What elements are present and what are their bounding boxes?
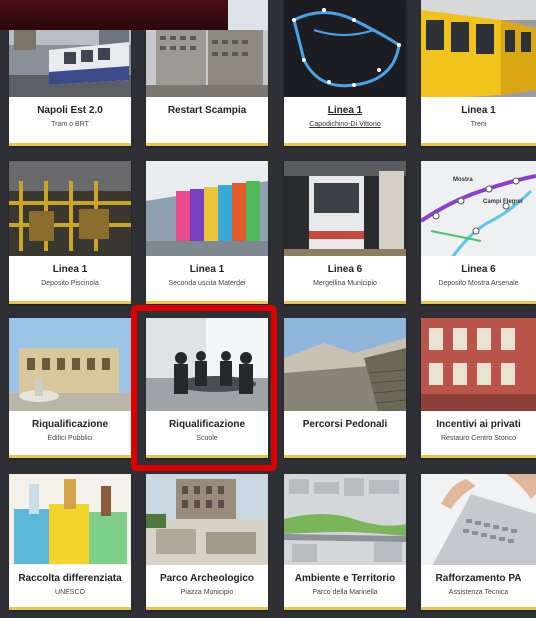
card-image <box>9 474 131 568</box>
card-image <box>284 161 406 259</box>
card-title: Linea 6 <box>327 264 363 275</box>
card-rafforzamento-pa[interactable]: Rafforzamento PA Assistenza Tecnica <box>421 474 536 610</box>
card-title: Linea 6 <box>461 264 496 275</box>
card-caption: Napoli Est 2.0 Tram o BRT <box>9 97 131 146</box>
card-linea1-piscinola[interactable]: Linea 1 Deposito Piscinola <box>9 161 131 304</box>
card-caption: Ambiente e Territorio Parco della Marine… <box>284 565 406 610</box>
card-image <box>284 318 406 414</box>
card-title: Percorsi Pedonali <box>302 419 388 430</box>
card-caption: Riqualificazione Edifici Pubblici <box>9 411 131 458</box>
card-image <box>421 318 536 414</box>
card-caption: Incentivi ai privati Restauro Centro Sto… <box>421 411 536 458</box>
card-image <box>9 161 131 259</box>
map-label-campi: Campi Flegrei <box>483 199 523 205</box>
card-linea1-treni[interactable]: Linea 1 Treni <box>421 0 536 146</box>
card-caption: Linea 6 Deposito Mostra Arsenale <box>421 256 536 304</box>
card-title: Riqualificazione <box>168 419 246 430</box>
card-caption: Linea 1 Treni <box>421 97 536 146</box>
card-title: Napoli Est 2.0 <box>37 105 103 116</box>
card-caption: Restart Scampia <box>146 97 268 146</box>
card-linea1-capodichino[interactable]: Linea 1 Capodichino-Di Vittorio <box>284 0 406 146</box>
card-subtitle: Parco della Marinella <box>312 589 378 596</box>
card-caption: Riqualificazione Scuole <box>146 411 268 458</box>
card-subtitle: UNESCO <box>55 589 85 596</box>
card-linea6-arsenale[interactable]: Mostra Campi Flegrei Linea 6 Deposito Mo… <box>421 161 536 304</box>
card-image <box>146 318 268 414</box>
card-riqualificazione-edifici[interactable]: Riqualificazione Edifici Pubblici <box>9 318 131 458</box>
card-caption: Parco Archeologico Piazza Municipio <box>146 565 268 610</box>
card-title: Linea 1 <box>327 105 363 116</box>
card-title: Parco Archeologico <box>159 573 255 584</box>
card-title: Rafforzamento PA <box>435 573 522 584</box>
card-caption: Raccolta differenziata UNESCO <box>9 565 131 610</box>
card-image <box>146 161 268 259</box>
card-title: Linea 1 <box>189 264 225 275</box>
card-caption: Linea 1 Capodichino-Di Vittorio <box>284 97 406 146</box>
card-subtitle: Mergellina Municipio <box>313 280 377 287</box>
card-subtitle: Capodichino-Di Vittorio <box>309 121 381 128</box>
card-subtitle: Treni <box>470 121 487 128</box>
card-parco-archeologico[interactable]: Parco Archeologico Piazza Municipio <box>146 474 268 610</box>
card-riqualificazione-scuole[interactable]: Riqualificazione Scuole <box>146 318 268 458</box>
map-label-mostra: Mostra <box>453 177 473 183</box>
card-title: Incentivi ai privati <box>436 419 521 430</box>
card-percorsi-pedonali[interactable]: Percorsi Pedonali <box>284 318 406 458</box>
card-caption: Percorsi Pedonali <box>284 411 406 458</box>
top-banner <box>0 0 228 30</box>
card-linea1-materdei[interactable]: Linea 1 Seconda uscita Materdei <box>146 161 268 304</box>
card-subtitle: Edifici Pubblici <box>47 435 93 442</box>
card-image <box>146 474 268 568</box>
card-subtitle: Restauro Centro Storico <box>440 435 517 442</box>
card-title: Raccolta differenziata <box>18 573 122 584</box>
card-caption: Linea 1 Seconda uscita Materdei <box>146 256 268 304</box>
card-subtitle: Piazza Municipio <box>180 589 234 596</box>
card-image <box>421 0 536 100</box>
card-subtitle: Deposito Piscinola <box>41 280 99 287</box>
card-linea6-mergellina[interactable]: Linea 6 Mergellina Municipio <box>284 161 406 304</box>
project-grid: Napoli Est 2.0 Tram o BRT Restart Scampi… <box>0 0 536 618</box>
card-image: Mostra Campi Flegrei <box>421 161 536 259</box>
card-image <box>284 0 406 100</box>
card-subtitle: Deposito Mostra Arsenale <box>438 280 519 287</box>
card-caption: Linea 6 Mergellina Municipio <box>284 256 406 304</box>
card-title: Linea 1 <box>461 105 496 116</box>
card-caption: Rafforzamento PA Assistenza Tecnica <box>421 565 536 610</box>
card-raccolta-differenziata[interactable]: Raccolta differenziata UNESCO <box>9 474 131 610</box>
card-subtitle: Scuole <box>196 435 218 442</box>
card-caption: Linea 1 Deposito Piscinola <box>9 256 131 304</box>
card-subtitle: Assistenza Tecnica <box>448 589 509 596</box>
card-subtitle: Tram o BRT <box>51 121 89 128</box>
card-title: Ambiente e Territorio <box>294 573 396 584</box>
card-image <box>9 318 131 414</box>
card-title: Riqualificazione <box>31 419 109 430</box>
card-subtitle: Seconda uscita Materdei <box>168 280 246 287</box>
card-incentivi-privati[interactable]: Incentivi ai privati Restauro Centro Sto… <box>421 318 536 458</box>
card-image <box>421 474 536 568</box>
card-image <box>284 474 406 568</box>
card-ambiente-territorio[interactable]: Ambiente e Territorio Parco della Marine… <box>284 474 406 610</box>
card-title: Restart Scampia <box>167 105 247 116</box>
card-title: Linea 1 <box>52 264 88 275</box>
